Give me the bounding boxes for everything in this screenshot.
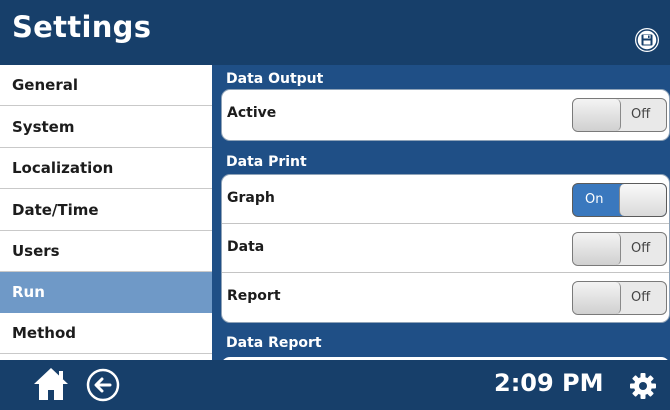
toggle-state-text: Off xyxy=(631,107,651,122)
graph-toggle[interactable]: On xyxy=(572,183,667,217)
settings-sidebar: General System Localization Date/Time Us… xyxy=(0,65,212,360)
clock-display: 2:09 PM xyxy=(494,369,604,397)
toggle-state-text: Off xyxy=(631,241,651,256)
setting-row-report: Report Off xyxy=(222,273,669,322)
setting-row-graph: Graph On xyxy=(222,175,669,224)
setting-row-data: Data Off xyxy=(222,224,669,273)
home-icon[interactable] xyxy=(31,365,71,403)
header-bar: Settings xyxy=(0,0,670,65)
save-icon[interactable] xyxy=(634,27,660,53)
section-title-data-report: Data Report xyxy=(226,335,322,351)
setting-row-active: Active Off xyxy=(222,90,669,139)
toggle-knob xyxy=(573,282,621,314)
setting-label: Graph xyxy=(227,190,275,206)
setting-label: Data xyxy=(227,239,265,255)
setting-label: Active xyxy=(227,105,277,121)
toggle-knob xyxy=(619,184,666,216)
toggle-knob xyxy=(573,99,621,131)
footer-bar: 2:09 PM xyxy=(0,360,670,410)
data-print-card: Graph On Data Off Report Off xyxy=(221,174,670,323)
sidebar-item-label: Localization xyxy=(12,159,114,177)
page-title: Settings xyxy=(12,10,152,44)
report-toggle[interactable]: Off xyxy=(572,281,667,315)
sidebar-item-date-time[interactable]: Date/Time xyxy=(0,190,212,231)
toggle-state-text: On xyxy=(585,192,604,207)
active-toggle[interactable]: Off xyxy=(572,98,667,132)
sidebar-item-system[interactable]: System xyxy=(0,107,212,148)
sidebar-item-localization[interactable]: Localization xyxy=(0,148,212,189)
sidebar-item-run[interactable]: Run xyxy=(0,272,212,313)
gear-icon[interactable] xyxy=(629,372,657,400)
sidebar-item-label: General xyxy=(12,76,78,94)
data-output-card: Active Off xyxy=(221,89,670,141)
sidebar-item-method[interactable]: Method xyxy=(0,313,212,354)
sidebar-item-label: Run xyxy=(12,283,45,301)
section-title-data-print: Data Print xyxy=(226,154,307,170)
back-arrow-icon[interactable] xyxy=(86,368,120,402)
sidebar-item-label: Method xyxy=(12,324,76,342)
setting-label: Report xyxy=(227,288,281,304)
toggle-state-text: Off xyxy=(631,290,651,305)
sidebar-item-general[interactable]: General xyxy=(0,65,212,106)
toggle-knob xyxy=(573,233,621,265)
data-toggle[interactable]: Off xyxy=(572,232,667,266)
sidebar-item-label: Date/Time xyxy=(12,201,99,219)
sidebar-item-label: System xyxy=(12,118,75,136)
sidebar-item-users[interactable]: Users xyxy=(0,231,212,272)
section-title-data-output: Data Output xyxy=(226,71,324,87)
settings-content-panel: Data Output Active Off Data Print Graph … xyxy=(212,65,670,360)
sidebar-item-label: Users xyxy=(12,242,60,260)
